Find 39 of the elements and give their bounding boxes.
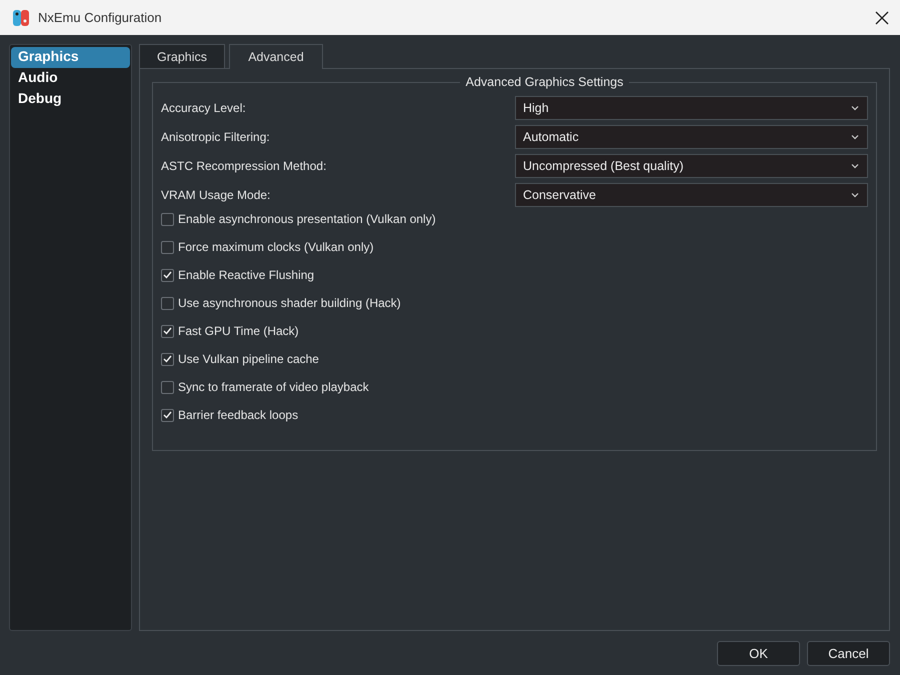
sidebar-item[interactable]: Audio <box>11 68 130 89</box>
dropdown[interactable]: Conservative <box>515 182 868 206</box>
checkbox-label[interactable]: Enable asynchronous presentation (Vulkan only) <box>178 212 436 226</box>
setting-label: Anisotropic Filtering: <box>161 130 271 144</box>
checkbox-label[interactable]: Fast GPU Time (Hack) <box>178 324 299 338</box>
window-title: NxEmu Configuration <box>38 10 163 25</box>
checkbox-label[interactable]: Enable Reactive Flushing <box>178 268 314 282</box>
checkbox[interactable] <box>161 352 174 366</box>
tab[interactable]: Advanced <box>229 44 323 69</box>
sidebar-item[interactable]: Graphics <box>11 47 130 68</box>
chevron-icon <box>851 162 859 168</box>
setting-label: VRAM Usage Mode: <box>161 188 272 202</box>
sidebar-item[interactable]: Debug <box>11 89 130 110</box>
app-icon <box>12 8 30 26</box>
setting-label: ASTC Recompression Method: <box>161 158 328 172</box>
checkbox[interactable] <box>161 240 174 254</box>
setting-label: Accuracy Level: <box>161 100 247 114</box>
dialog-button[interactable]: Cancel <box>807 641 890 666</box>
group-title: Advanced Graphics Settings <box>460 75 630 89</box>
tab[interactable]: Graphics <box>139 44 225 68</box>
checkbox[interactable] <box>161 324 174 338</box>
dialog-button[interactable]: OK <box>717 641 800 666</box>
chevron-icon <box>851 134 859 140</box>
dropdown[interactable]: Automatic <box>515 124 868 148</box>
checkbox[interactable] <box>161 408 174 422</box>
checkbox[interactable] <box>161 296 174 310</box>
dropdown[interactable]: Uncompressed (Best quality) <box>515 154 868 178</box>
checkbox-label[interactable]: Force maximum clocks (Vulkan only) <box>178 240 374 254</box>
checkbox-label[interactable]: Use Vulkan pipeline cache <box>178 352 319 366</box>
checkbox-label[interactable]: Sync to framerate of video playback <box>178 380 369 394</box>
chevron-icon <box>851 104 859 110</box>
dropdown[interactable]: High <box>515 96 868 120</box>
checkbox[interactable] <box>161 268 174 282</box>
close-icon[interactable] <box>874 10 890 26</box>
chevron-icon <box>851 192 859 198</box>
checkbox-label[interactable]: Use asynchronous shader building (Hack) <box>178 296 401 310</box>
checkbox[interactable] <box>161 380 174 394</box>
checkbox[interactable] <box>161 212 174 226</box>
checkbox-label[interactable]: Barrier feedback loops <box>178 408 298 422</box>
